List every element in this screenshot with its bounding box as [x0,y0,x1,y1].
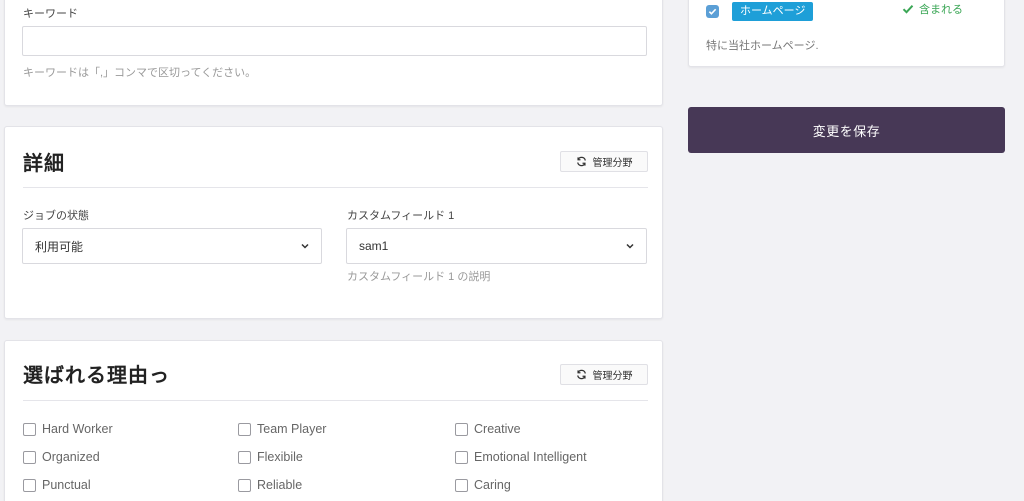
checkbox[interactable] [238,422,251,436]
reasons-card: 選ばれる理由っ 管理分野 Hard Worker Team Player Cre… [4,340,663,501]
details-card: 詳細 管理分野 ジョブの状態 利用可能 カスタムフィールド 1 sam1 カスタ… [4,126,663,319]
included-label: 含まれる [919,4,963,16]
reasons-title: 選ばれる理由っ [23,365,170,387]
homepage-checkbox[interactable] [706,5,719,18]
reason-checkbox-item[interactable]: Organized [23,450,100,464]
checkbox[interactable] [23,478,36,492]
check-icon [902,5,914,14]
checkbox[interactable] [238,478,251,492]
checkbox[interactable] [455,422,468,436]
manage-fields-label: 管理分野 [592,371,633,382]
reason-checkbox-item[interactable]: Hard Worker [23,422,113,436]
manage-fields-button[interactable]: 管理分野 [560,364,648,385]
chevron-down-icon [626,243,634,249]
reason-checkbox-item[interactable]: Reliable [238,478,302,492]
homepage-tag: ホームページ [732,2,814,21]
reason-checkbox-item[interactable]: Flexibile [238,450,303,464]
checkbox[interactable] [455,450,468,464]
checkbox[interactable] [23,450,36,464]
details-divider [23,187,648,188]
homepage-description: 特に当社ホームページ. [706,40,819,52]
reason-label: Punctual [42,478,91,492]
refresh-icon [576,369,586,380]
reason-label: Organized [42,450,100,464]
custom-field-label: カスタムフィールド 1 [347,210,455,222]
chevron-down-icon [301,243,309,249]
keyword-help-text: キーワードは「,」コンマで区切ってください。 [23,67,257,79]
checkbox[interactable] [455,478,468,492]
keyword-input[interactable] [22,26,647,56]
manage-fields-label: 管理分野 [592,158,633,169]
save-changes-button[interactable]: 変更を保存 [688,107,1005,153]
job-status-select[interactable]: 利用可能 [22,228,322,264]
manage-fields-button[interactable]: 管理分野 [560,151,648,172]
keyword-card: キーワード キーワードは「,」コンマで区切ってください。 [4,0,663,106]
checkbox[interactable] [238,450,251,464]
reason-checkbox-item[interactable]: Creative [455,422,521,436]
reason-label: Caring [474,478,511,492]
reason-label: Team Player [257,422,327,436]
reason-checkbox-item[interactable]: Emotional Intelligent [455,450,587,464]
checkbox[interactable] [23,422,36,436]
reason-checkbox-item[interactable]: Team Player [238,422,326,436]
reasons-divider [23,400,648,401]
reason-label: Emotional Intelligent [474,450,587,464]
keyword-label: キーワード [23,8,78,20]
check-icon [708,8,717,15]
refresh-icon [576,156,586,167]
details-title: 詳細 [23,153,65,175]
job-status-label: ジョブの状態 [23,210,89,222]
included-status: 含まれる [902,1,963,17]
reason-checkbox-item[interactable]: Caring [455,478,511,492]
job-status-value: 利用可能 [35,239,84,254]
reason-label: Creative [474,422,521,436]
custom-field-help: カスタムフィールド 1 の説明 [347,271,491,283]
reason-label: Reliable [257,478,303,492]
publish-card: ホームページ 含まれる 特に当社ホームページ. [688,0,1005,67]
custom-field-value: sam1 [359,239,389,253]
custom-field-select[interactable]: sam1 [346,228,647,264]
reason-label: Hard Worker [42,422,113,436]
reason-checkbox-item[interactable]: Punctual [23,478,91,492]
reason-label: Flexibile [257,450,303,464]
